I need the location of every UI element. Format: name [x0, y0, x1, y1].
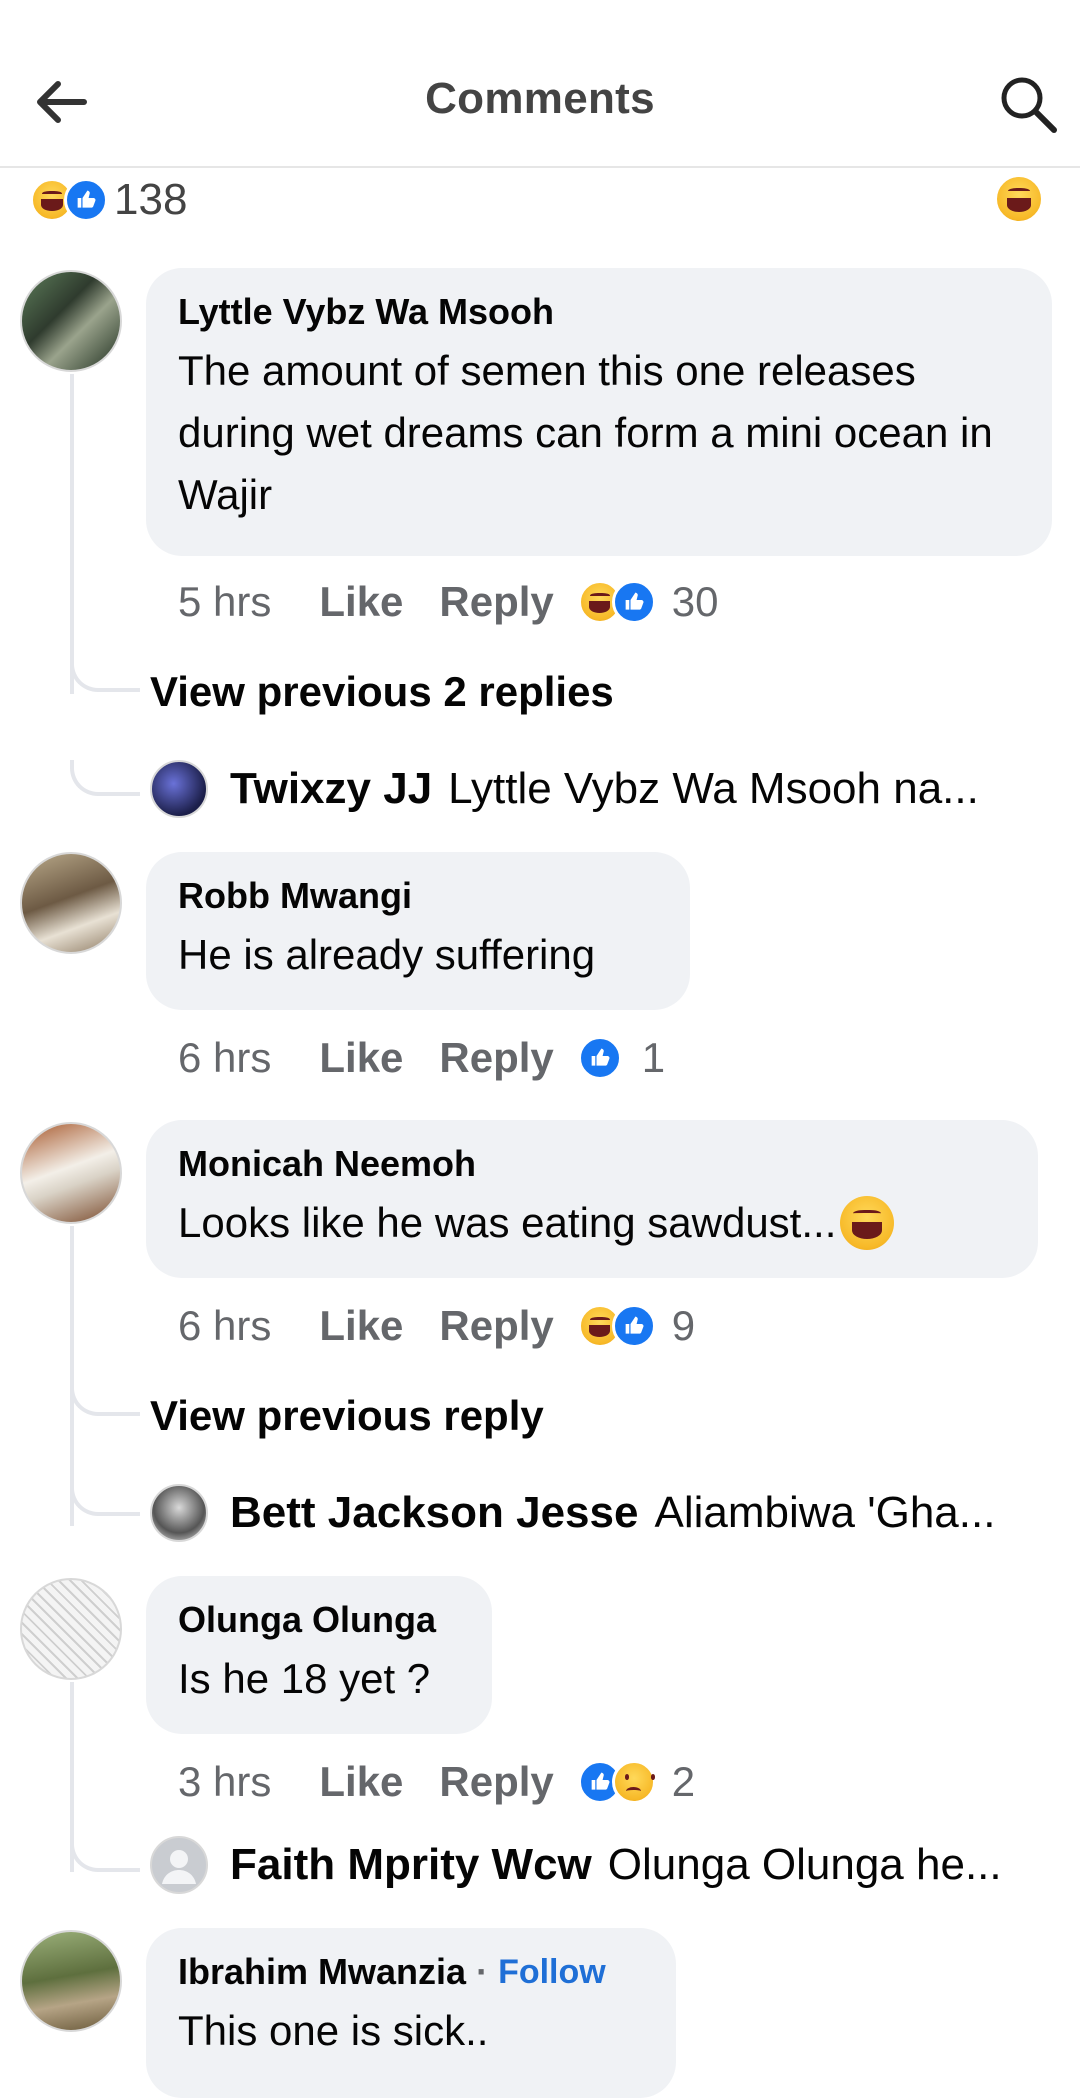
search-icon[interactable]	[996, 72, 1060, 136]
like-reaction-icon	[64, 178, 108, 222]
comment-author[interactable]: Lyttle Vybz Wa Msooh	[178, 290, 1020, 334]
comment-author[interactable]: Olunga Olunga	[178, 1598, 460, 1642]
reply-author[interactable]: Bett Jackson Jesse	[230, 1488, 638, 1538]
view-previous-replies-link[interactable]: View previous 2 replies	[150, 668, 614, 716]
comment-time: 3 hrs	[178, 1758, 272, 1805]
reply-button[interactable]: Reply	[439, 578, 553, 626]
like-button[interactable]: Like	[319, 1034, 403, 1082]
comment-bubble[interactable]: Ibrahim Mwanzia · Follow This one is sic…	[146, 1928, 676, 2098]
sad-reaction-icon	[611, 1760, 656, 1804]
like-reaction-icon	[611, 580, 656, 624]
like-button[interactable]: Like	[319, 578, 403, 626]
comment-text-content: Looks like he was eating sawdust...	[178, 1199, 837, 1246]
latest-reply[interactable]: Bett Jackson Jesse Aliambiwa 'Gha...	[150, 1484, 1050, 1542]
comment-text: The amount of semen this one releases du…	[178, 347, 993, 518]
avatar[interactable]	[20, 1930, 122, 2032]
crying-laughing-emoji-icon	[840, 1196, 895, 1250]
reply-button[interactable]: Reply	[439, 1758, 553, 1806]
reply-text: Aliambiwa 'Gha...	[654, 1488, 996, 1537]
avatar[interactable]	[20, 852, 122, 954]
comment-text: Is he 18 yet ?	[178, 1655, 431, 1702]
like-button[interactable]: Like	[319, 1302, 403, 1350]
comment-time: 6 hrs	[178, 1302, 272, 1349]
avatar[interactable]	[20, 1122, 122, 1224]
thread-connector	[70, 1380, 140, 1416]
comment-author[interactable]: Monicah Neemoh	[178, 1142, 1006, 1186]
comment-text: Looks like he was eating sawdust...	[178, 1192, 1006, 1254]
comment-author[interactable]: Ibrahim Mwanzia	[178, 1950, 466, 1994]
latest-reply[interactable]: Twixzy JJ Lyttle Vybz Wa Msooh na...	[150, 760, 1050, 818]
reply-text: Olunga Olunga he...	[607, 1840, 1002, 1889]
reply-button[interactable]: Reply	[439, 1034, 553, 1082]
reaction-count: 30	[671, 578, 719, 625]
comment-bubble[interactable]: Olunga Olunga Is he 18 yet ?	[146, 1576, 492, 1734]
thread-connector	[70, 656, 140, 692]
reaction-count: 9	[671, 1302, 696, 1349]
comment-actions: 6 hrs Like Reply 9	[178, 1296, 695, 1356]
avatar[interactable]	[150, 1484, 208, 1542]
view-previous-reply-link[interactable]: View previous reply	[150, 1392, 544, 1440]
like-reaction-icon	[577, 1036, 622, 1080]
reaction-count: 138	[114, 175, 188, 224]
thread-connector	[70, 1836, 140, 1872]
thread-line	[70, 374, 74, 694]
comment-time: 5 hrs	[178, 578, 272, 625]
comment-actions: 5 hrs Like Reply 30	[178, 572, 719, 632]
avatar[interactable]	[150, 760, 208, 818]
reaction-summary[interactable]: 138	[30, 168, 187, 232]
reply-author[interactable]: Twixzy JJ	[230, 764, 432, 814]
reply-button[interactable]: Reply	[439, 1302, 553, 1350]
haha-react-button-icon[interactable]	[994, 174, 1044, 224]
reply-text: Lyttle Vybz Wa Msooh na...	[448, 764, 979, 813]
avatar[interactable]	[150, 1836, 208, 1894]
comment-bubble[interactable]: Lyttle Vybz Wa Msooh The amount of semen…	[146, 268, 1052, 556]
comment-actions: 3 hrs Like Reply 2	[178, 1752, 695, 1812]
like-button[interactable]: Like	[319, 1758, 403, 1806]
reaction-count: 1	[641, 1034, 666, 1081]
comment-author-row: Ibrahim Mwanzia · Follow	[178, 1950, 644, 1994]
comment-bubble[interactable]: Robb Mwangi He is already suffering	[146, 852, 690, 1010]
avatar[interactable]	[20, 270, 122, 372]
thread-connector	[70, 760, 140, 796]
reply-author[interactable]: Faith Mprity Wcw	[230, 1840, 592, 1890]
latest-reply[interactable]: Faith Mprity Wcw Olunga Olunga he...	[150, 1836, 1050, 1894]
comment-time: 6 hrs	[178, 1034, 272, 1081]
avatar[interactable]	[20, 1578, 122, 1680]
like-reaction-icon	[611, 1304, 656, 1348]
thread-connector	[70, 1480, 140, 1516]
follow-button[interactable]: Follow	[498, 1950, 606, 1994]
comment-actions: 6 hrs Like Reply 1	[178, 1028, 665, 1088]
reaction-count: 2	[671, 1758, 696, 1805]
page-title: Comments	[425, 74, 655, 123]
comment-text: He is already suffering	[178, 931, 596, 978]
comment-bubble[interactable]: Monicah Neemoh Looks like he was eating …	[146, 1120, 1038, 1278]
separator-dot: ·	[476, 1951, 489, 1992]
comment-author[interactable]: Robb Mwangi	[178, 874, 658, 918]
comment-text: This one is sick..	[178, 2007, 489, 2054]
